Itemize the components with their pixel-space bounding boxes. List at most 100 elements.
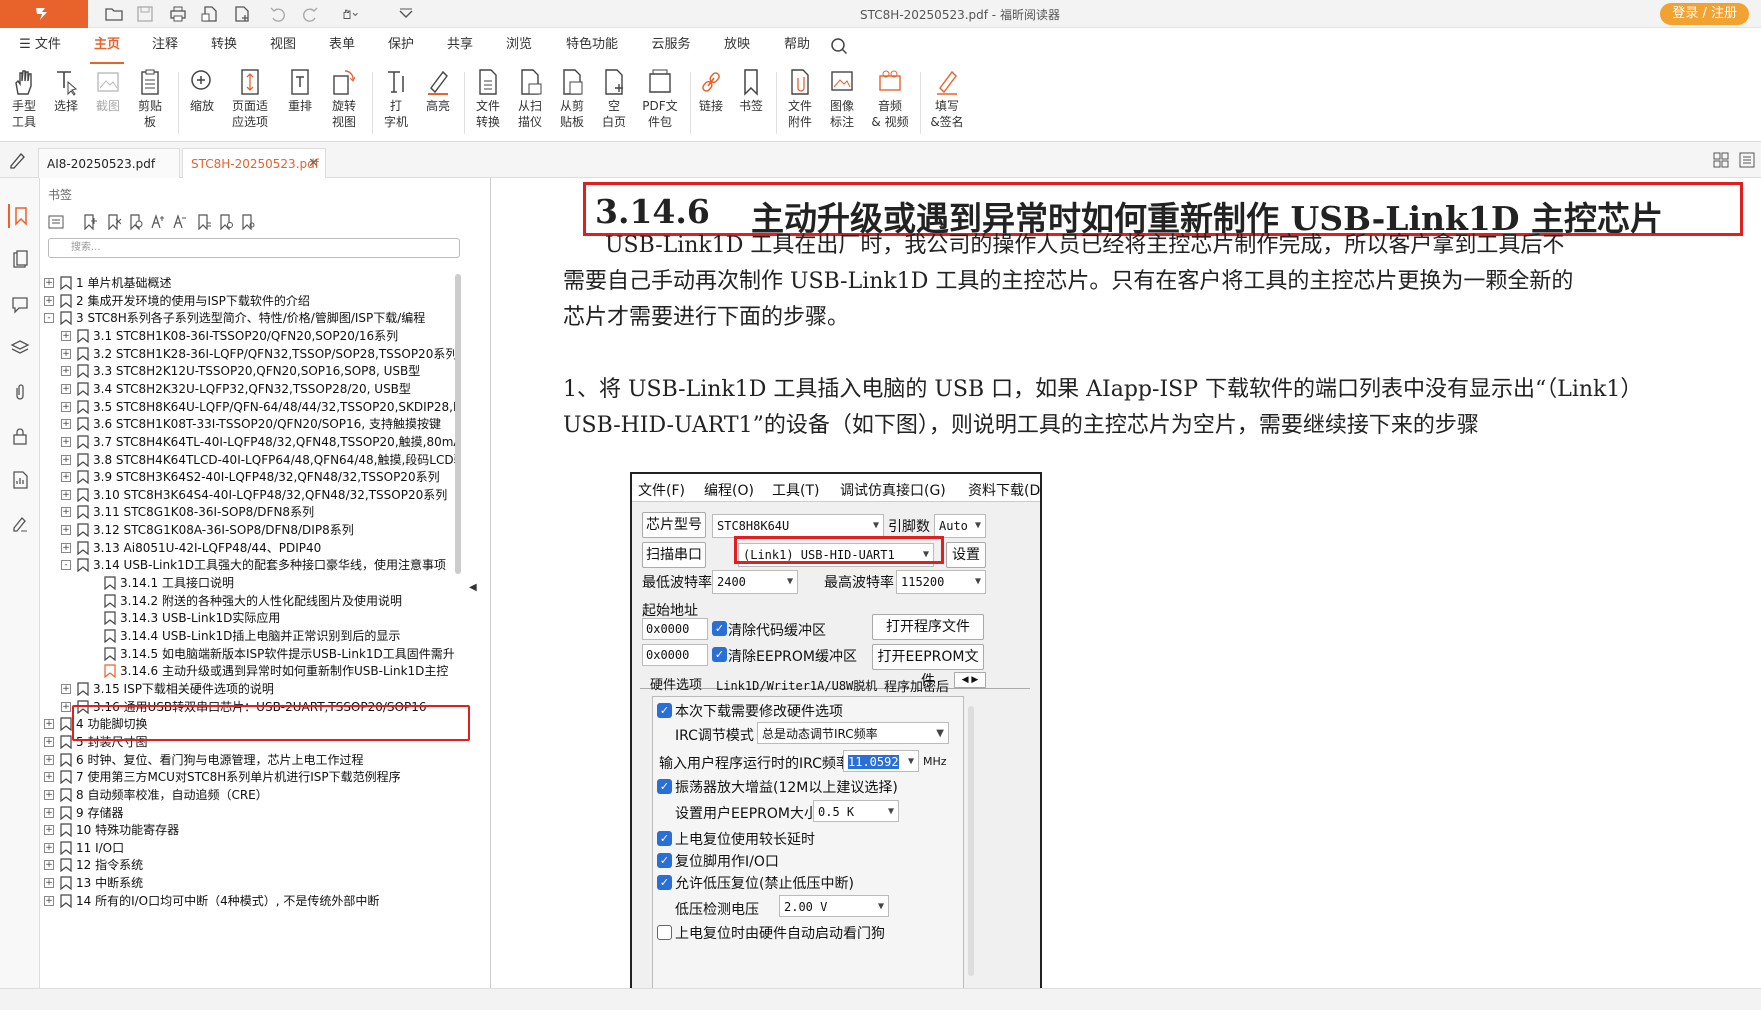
expand-node-icon[interactable]: + — [61, 683, 71, 694]
hand-dropdown-icon[interactable] — [334, 4, 366, 24]
expand-node-icon[interactable]: + — [61, 419, 71, 430]
close-tab-icon[interactable]: ✕ — [308, 149, 319, 179]
expand-node-icon[interactable]: + — [44, 789, 54, 800]
bookmark-item[interactable]: +3.8 STC8H4K64TLCD-40I-LQFP64/48,QFN64/4… — [40, 451, 455, 469]
tab-ai8-pdf[interactable]: AI8-20250523.pdf — [38, 148, 180, 178]
bookmark-item[interactable]: +3.5 STC8H8K64U-LQFP/QFN-64/48/44/32,TSS… — [40, 398, 455, 416]
bookmark-item[interactable]: 3.14.4 USB-Link1D插上电脑并正常识别到后的显示 — [40, 627, 455, 645]
expand-node-icon[interactable]: + — [61, 454, 71, 465]
bookmark-item[interactable]: +7 使用第三方MCU对STC8H系列单片机进行ISP下载范例程序 — [40, 768, 455, 786]
collapse-node-icon[interactable]: - — [61, 560, 71, 571]
expand-node-icon[interactable]: + — [61, 330, 71, 341]
bookmark-item[interactable]: +3.13 Ai8051U-42I-LQFP48/44、PDIP40 — [40, 539, 455, 557]
menu-convert[interactable]: 转换 — [207, 28, 241, 64]
grid-view-icon[interactable] — [1713, 152, 1729, 168]
create-pdf-icon[interactable] — [230, 4, 254, 24]
menu-comment[interactable]: 注释 — [148, 28, 182, 64]
expand-node-icon[interactable]: + — [44, 807, 54, 818]
fit-page-button[interactable]: 页面适 应选项 — [226, 68, 274, 140]
expand-node-icon[interactable]: + — [61, 525, 71, 536]
bookmark-item[interactable]: +8 自动频率校准，自动追频（CRE） — [40, 786, 455, 804]
bookmark-button[interactable]: 书签 — [734, 68, 768, 140]
menu-browse[interactable]: 浏览 — [502, 28, 536, 64]
expand-node-icon[interactable]: + — [44, 878, 54, 889]
expand-node-icon[interactable]: + — [61, 436, 71, 447]
bookmark-item[interactable]: +3.6 STC8H1K08T-33I-TSSOP20/QFN20/SOP16,… — [40, 415, 455, 433]
bookmark-item[interactable]: +3.7 STC8H4K64TL-40I-LQFP48/32,QFN48,TSS… — [40, 433, 455, 451]
collapse-node-icon[interactable]: - — [44, 313, 54, 324]
bookmark-item[interactable]: 3.14.2 附送的各种强大的人性化配线图片及使用说明 — [40, 592, 455, 610]
comments-panel-icon[interactable] — [8, 292, 32, 316]
bookmark-item[interactable]: +3.15 ISP下载相关硬件选项的说明 — [40, 680, 455, 698]
audio-video-button[interactable]: 音频 & 视频 — [866, 68, 914, 140]
bookmark-item[interactable]: - 3.14 USB-Link1D工具强大的配套多种接口豪华线，使用注意事项 — [40, 556, 455, 574]
bookmark-item[interactable]: +9 存储器 — [40, 804, 455, 822]
bookmark-item[interactable]: +6 时钟、复位、看门狗与电源管理，芯片上电工作过程 — [40, 751, 455, 769]
bookmark-item[interactable]: +3.2 STC8H1K28-36I-LQFP/QFN32,TSSOP/SOP2… — [40, 345, 455, 363]
link-button[interactable]: 链接 — [694, 68, 728, 140]
expand-node-icon[interactable]: + — [61, 701, 71, 712]
expand-node-icon[interactable]: + — [61, 542, 71, 553]
menu-share[interactable]: 共享 — [443, 28, 477, 64]
expand-node-icon[interactable]: + — [61, 366, 71, 377]
file-attachment-button[interactable]: 文件 附件 — [782, 68, 818, 140]
panel-toggle-icon[interactable] — [1739, 152, 1755, 168]
bookmark-item[interactable]: +10 特殊功能寄存器 — [40, 821, 455, 839]
blank-page-button[interactable]: 空白页 — [596, 68, 632, 140]
find-bookmark-icon[interactable] — [126, 212, 146, 232]
bookmark-item[interactable]: +1 单片机基础概述 — [40, 274, 455, 292]
expand-node-icon[interactable]: + — [61, 348, 71, 359]
expand-node-icon[interactable]: + — [61, 472, 71, 483]
expand-node-icon[interactable]: + — [44, 278, 54, 288]
from-clipboard-button[interactable]: 从剪 贴板 — [554, 68, 590, 140]
highlight-button[interactable]: 高亮 — [420, 68, 456, 140]
menu-view[interactable]: 视图 — [266, 28, 300, 64]
expand-node-icon[interactable]: + — [44, 772, 54, 783]
bookmarks-panel-icon[interactable] — [8, 204, 32, 228]
collapse-panel-icon[interactable]: ◀ — [469, 582, 477, 593]
menu-form[interactable]: 表单 — [325, 28, 359, 64]
expand-node-icon[interactable]: + — [44, 719, 54, 730]
attachments-panel-icon[interactable] — [8, 380, 32, 404]
expand-node-icon[interactable]: + — [61, 489, 71, 500]
bookmark-options-icon[interactable] — [46, 212, 66, 232]
collapse-bookmark-icon[interactable] — [170, 212, 190, 232]
menu-protect[interactable]: 保护 — [384, 28, 418, 64]
bookmark-item[interactable]: +3.1 STC8H1K08-36I-TSSOP20/QFN20,SOP20/1… — [40, 327, 455, 345]
bookmark-item[interactable]: +3.3 STC8H2K12U-TSSOP20,QFN20,SOP16,SOP8… — [40, 362, 455, 380]
fill-sign-button[interactable]: 填写 &签名 — [926, 68, 968, 140]
expand-node-icon[interactable]: + — [44, 842, 54, 853]
clipboard-button[interactable]: 剪贴板 — [132, 68, 168, 140]
edit-icon[interactable] — [6, 148, 30, 172]
screenshot-button[interactable]: 截图 — [90, 68, 126, 140]
document-info-panel-icon[interactable] — [8, 468, 32, 492]
menu-file[interactable]: ☰ 文件 — [14, 28, 66, 64]
app-logo[interactable] — [0, 0, 88, 28]
expand-node-icon[interactable]: + — [44, 860, 54, 871]
security-panel-icon[interactable] — [8, 424, 32, 448]
delete-bookmark-icon[interactable] — [104, 212, 124, 232]
bookmark-item[interactable]: +3.10 STC8H3K64S4-40I-LQFP48/32,QFN48/32… — [40, 486, 455, 504]
bookmark-item[interactable]: +11 I/O口 — [40, 839, 455, 857]
add-bookmark-icon[interactable] — [80, 212, 100, 232]
bookmark-item[interactable]: +12 指令系统 — [40, 856, 455, 874]
customize-dropdown-icon[interactable] — [394, 4, 418, 24]
signature-panel-icon[interactable] — [8, 512, 32, 536]
tree-scrollbar[interactable] — [455, 274, 461, 574]
menu-home[interactable]: 主页 — [90, 28, 124, 64]
settings-bookmark-icon[interactable] — [238, 212, 258, 232]
new-file-icon[interactable] — [198, 4, 222, 24]
expand-node-icon[interactable]: + — [44, 295, 54, 306]
bookmark-item[interactable]: +3.11 STC8G1K08-36I-SOP8/DFN8系列 — [40, 503, 455, 521]
zoom-button[interactable]: 缩放 — [184, 68, 220, 140]
bookmark-item[interactable]: 3.14.3 USB-Link1D实际应用 — [40, 609, 455, 627]
bookmark-item[interactable]: 3.14.5 如电脑端新版本ISP软件提示USB-Link1D工具固件需升 — [40, 645, 455, 663]
file-convert-button[interactable]: 文件 转换 — [470, 68, 506, 140]
bookmark-item[interactable]: +3.12 STC8G1K08A-36I-SOP8/DFN8/DIP8系列 — [40, 521, 455, 539]
bookmark-item[interactable]: +3.4 STC8H2K32U-LQFP32,QFN32,TSSOP28/20,… — [40, 380, 455, 398]
expand-node-icon[interactable]: + — [44, 825, 54, 836]
open-icon[interactable] — [102, 4, 126, 24]
pages-panel-icon[interactable] — [8, 248, 32, 272]
expand-node-icon[interactable]: + — [61, 383, 71, 394]
bookmark-item[interactable]: 3.14.6 主动升级或遇到异常时如何重新制作USB-Link1D主控 — [40, 662, 455, 680]
